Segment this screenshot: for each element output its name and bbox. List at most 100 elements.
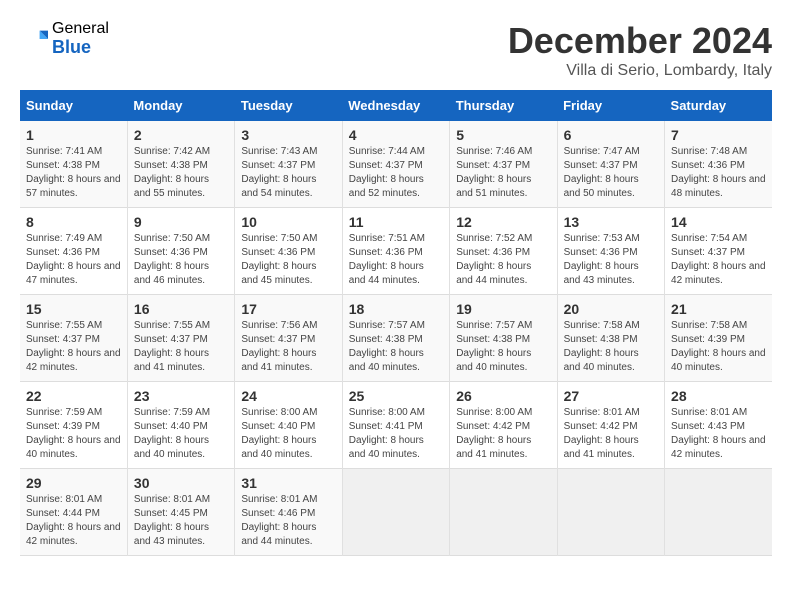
day-info: Sunrise: 7:52 AMSunset: 4:36 PMDaylight:… xyxy=(456,233,532,286)
day-number: 12 xyxy=(456,214,550,230)
day-number: 9 xyxy=(134,214,228,230)
calendar-cell xyxy=(557,469,664,556)
calendar-cell: 15 Sunrise: 7:55 AMSunset: 4:37 PMDaylig… xyxy=(20,295,127,382)
day-number: 16 xyxy=(134,301,228,317)
week-row: 8 Sunrise: 7:49 AMSunset: 4:36 PMDayligh… xyxy=(20,208,772,295)
calendar-cell: 14 Sunrise: 7:54 AMSunset: 4:37 PMDaylig… xyxy=(665,208,772,295)
calendar-cell: 20 Sunrise: 7:58 AMSunset: 4:38 PMDaylig… xyxy=(557,295,664,382)
day-info: Sunrise: 8:00 AMSunset: 4:40 PMDaylight:… xyxy=(241,407,317,460)
calendar-cell: 3 Sunrise: 7:43 AMSunset: 4:37 PMDayligh… xyxy=(235,121,342,208)
calendar-cell: 28 Sunrise: 8:01 AMSunset: 4:43 PMDaylig… xyxy=(665,382,772,469)
day-info: Sunrise: 7:59 AMSunset: 4:39 PMDaylight:… xyxy=(26,407,121,460)
day-info: Sunrise: 8:01 AMSunset: 4:46 PMDaylight:… xyxy=(241,494,317,547)
calendar-cell: 11 Sunrise: 7:51 AMSunset: 4:36 PMDaylig… xyxy=(342,208,449,295)
calendar-cell: 16 Sunrise: 7:55 AMSunset: 4:37 PMDaylig… xyxy=(127,295,234,382)
day-number: 5 xyxy=(456,127,550,143)
day-info: Sunrise: 7:59 AMSunset: 4:40 PMDaylight:… xyxy=(134,407,210,460)
calendar-cell: 6 Sunrise: 7:47 AMSunset: 4:37 PMDayligh… xyxy=(557,121,664,208)
day-info: Sunrise: 7:58 AMSunset: 4:38 PMDaylight:… xyxy=(564,320,640,373)
day-info: Sunrise: 8:01 AMSunset: 4:44 PMDaylight:… xyxy=(26,494,121,547)
calendar-cell: 27 Sunrise: 8:01 AMSunset: 4:42 PMDaylig… xyxy=(557,382,664,469)
weekday-header: Friday xyxy=(557,90,664,121)
day-number: 27 xyxy=(564,388,658,404)
logo: General Blue xyxy=(20,20,109,57)
calendar-cell: 29 Sunrise: 8:01 AMSunset: 4:44 PMDaylig… xyxy=(20,469,127,556)
day-info: Sunrise: 7:55 AMSunset: 4:37 PMDaylight:… xyxy=(134,320,210,373)
week-row: 22 Sunrise: 7:59 AMSunset: 4:39 PMDaylig… xyxy=(20,382,772,469)
day-number: 29 xyxy=(26,475,121,491)
week-row: 15 Sunrise: 7:55 AMSunset: 4:37 PMDaylig… xyxy=(20,295,772,382)
calendar-cell: 1 Sunrise: 7:41 AMSunset: 4:38 PMDayligh… xyxy=(20,121,127,208)
day-info: Sunrise: 7:57 AMSunset: 4:38 PMDaylight:… xyxy=(349,320,425,373)
day-number: 22 xyxy=(26,388,121,404)
calendar-cell xyxy=(665,469,772,556)
page-header: General Blue December 2024 Villa di Seri… xyxy=(20,20,772,80)
day-info: Sunrise: 7:58 AMSunset: 4:39 PMDaylight:… xyxy=(671,320,766,373)
week-row: 1 Sunrise: 7:41 AMSunset: 4:38 PMDayligh… xyxy=(20,121,772,208)
calendar-cell: 30 Sunrise: 8:01 AMSunset: 4:45 PMDaylig… xyxy=(127,469,234,556)
day-info: Sunrise: 7:55 AMSunset: 4:37 PMDaylight:… xyxy=(26,320,121,373)
weekday-header: Sunday xyxy=(20,90,127,121)
day-number: 13 xyxy=(564,214,658,230)
calendar-cell: 22 Sunrise: 7:59 AMSunset: 4:39 PMDaylig… xyxy=(20,382,127,469)
calendar-cell: 13 Sunrise: 7:53 AMSunset: 4:36 PMDaylig… xyxy=(557,208,664,295)
day-info: Sunrise: 8:01 AMSunset: 4:45 PMDaylight:… xyxy=(134,494,210,547)
day-number: 10 xyxy=(241,214,335,230)
weekday-header: Tuesday xyxy=(235,90,342,121)
calendar-cell: 23 Sunrise: 7:59 AMSunset: 4:40 PMDaylig… xyxy=(127,382,234,469)
day-info: Sunrise: 7:43 AMSunset: 4:37 PMDaylight:… xyxy=(241,146,317,199)
day-number: 3 xyxy=(241,127,335,143)
day-number: 28 xyxy=(671,388,766,404)
day-number: 20 xyxy=(564,301,658,317)
day-info: Sunrise: 7:49 AMSunset: 4:36 PMDaylight:… xyxy=(26,233,121,286)
week-row: 29 Sunrise: 8:01 AMSunset: 4:44 PMDaylig… xyxy=(20,469,772,556)
calendar-cell: 2 Sunrise: 7:42 AMSunset: 4:38 PMDayligh… xyxy=(127,121,234,208)
logo-blue: Blue xyxy=(52,38,109,58)
day-number: 7 xyxy=(671,127,766,143)
weekday-header: Saturday xyxy=(665,90,772,121)
day-info: Sunrise: 7:51 AMSunset: 4:36 PMDaylight:… xyxy=(349,233,425,286)
day-info: Sunrise: 7:57 AMSunset: 4:38 PMDaylight:… xyxy=(456,320,532,373)
day-info: Sunrise: 7:48 AMSunset: 4:36 PMDaylight:… xyxy=(671,146,766,199)
day-info: Sunrise: 8:01 AMSunset: 4:42 PMDaylight:… xyxy=(564,407,640,460)
calendar-cell: 5 Sunrise: 7:46 AMSunset: 4:37 PMDayligh… xyxy=(450,121,557,208)
calendar-cell: 24 Sunrise: 8:00 AMSunset: 4:40 PMDaylig… xyxy=(235,382,342,469)
month-title: December 2024 xyxy=(508,20,772,62)
calendar-cell: 8 Sunrise: 7:49 AMSunset: 4:36 PMDayligh… xyxy=(20,208,127,295)
calendar-cell xyxy=(450,469,557,556)
calendar-cell: 25 Sunrise: 8:00 AMSunset: 4:41 PMDaylig… xyxy=(342,382,449,469)
day-info: Sunrise: 7:56 AMSunset: 4:37 PMDaylight:… xyxy=(241,320,317,373)
day-number: 30 xyxy=(134,475,228,491)
day-number: 17 xyxy=(241,301,335,317)
day-number: 25 xyxy=(349,388,443,404)
calendar-cell: 4 Sunrise: 7:44 AMSunset: 4:37 PMDayligh… xyxy=(342,121,449,208)
day-info: Sunrise: 7:50 AMSunset: 4:36 PMDaylight:… xyxy=(241,233,317,286)
calendar-cell xyxy=(342,469,449,556)
day-info: Sunrise: 7:54 AMSunset: 4:37 PMDaylight:… xyxy=(671,233,766,286)
day-info: Sunrise: 7:41 AMSunset: 4:38 PMDaylight:… xyxy=(26,146,121,199)
calendar-cell: 21 Sunrise: 7:58 AMSunset: 4:39 PMDaylig… xyxy=(665,295,772,382)
day-info: Sunrise: 8:00 AMSunset: 4:41 PMDaylight:… xyxy=(349,407,425,460)
weekday-header: Wednesday xyxy=(342,90,449,121)
day-number: 23 xyxy=(134,388,228,404)
day-number: 8 xyxy=(26,214,121,230)
calendar-cell: 7 Sunrise: 7:48 AMSunset: 4:36 PMDayligh… xyxy=(665,121,772,208)
day-number: 18 xyxy=(349,301,443,317)
day-number: 19 xyxy=(456,301,550,317)
logo-icon xyxy=(20,25,48,53)
calendar-table: SundayMondayTuesdayWednesdayThursdayFrid… xyxy=(20,90,772,556)
day-number: 15 xyxy=(26,301,121,317)
weekday-header: Thursday xyxy=(450,90,557,121)
calendar-cell: 31 Sunrise: 8:01 AMSunset: 4:46 PMDaylig… xyxy=(235,469,342,556)
day-number: 4 xyxy=(349,127,443,143)
day-info: Sunrise: 7:50 AMSunset: 4:36 PMDaylight:… xyxy=(134,233,210,286)
calendar-cell: 26 Sunrise: 8:00 AMSunset: 4:42 PMDaylig… xyxy=(450,382,557,469)
day-info: Sunrise: 7:46 AMSunset: 4:37 PMDaylight:… xyxy=(456,146,532,199)
day-info: Sunrise: 7:44 AMSunset: 4:37 PMDaylight:… xyxy=(349,146,425,199)
calendar-cell: 19 Sunrise: 7:57 AMSunset: 4:38 PMDaylig… xyxy=(450,295,557,382)
day-info: Sunrise: 7:47 AMSunset: 4:37 PMDaylight:… xyxy=(564,146,640,199)
day-info: Sunrise: 8:00 AMSunset: 4:42 PMDaylight:… xyxy=(456,407,532,460)
calendar-cell: 9 Sunrise: 7:50 AMSunset: 4:36 PMDayligh… xyxy=(127,208,234,295)
logo-general: General xyxy=(52,20,109,38)
day-info: Sunrise: 7:42 AMSunset: 4:38 PMDaylight:… xyxy=(134,146,210,199)
